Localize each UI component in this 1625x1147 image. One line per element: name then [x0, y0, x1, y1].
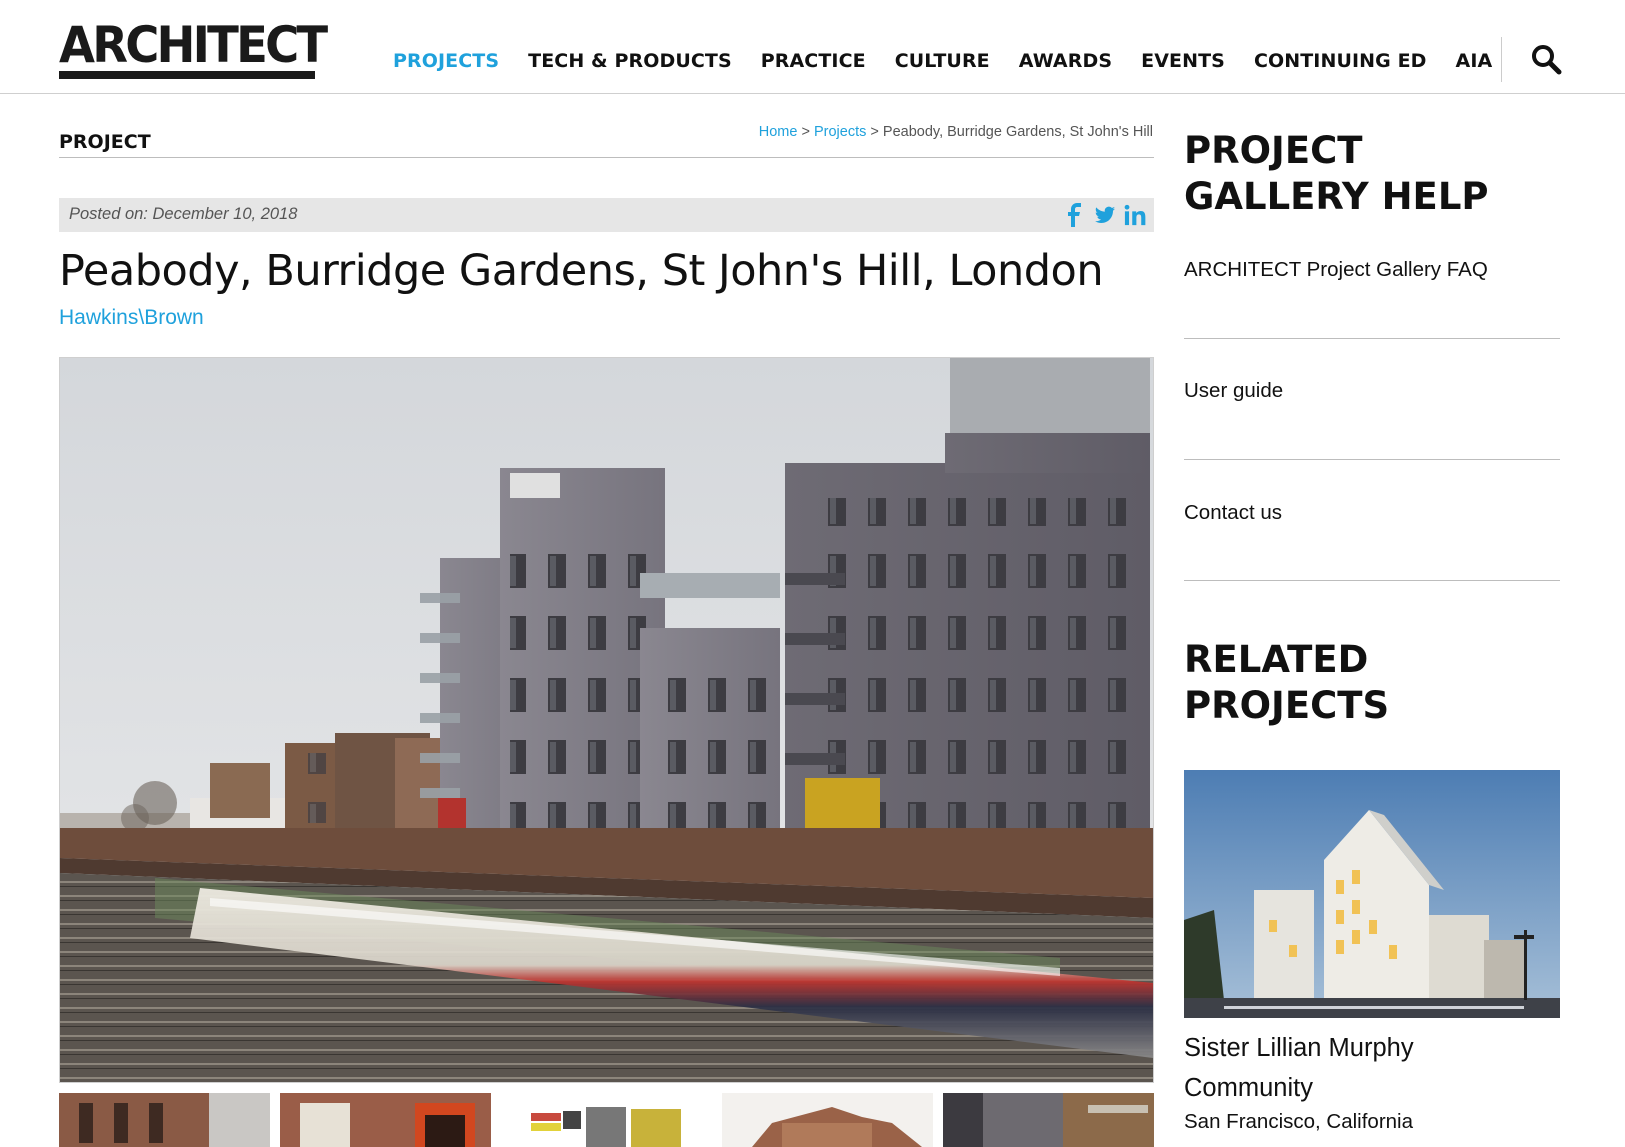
project-title: Peabody, Burridge Gardens, St John's Hil…: [59, 246, 1104, 296]
thumbnail[interactable]: [722, 1093, 933, 1147]
architect-logo[interactable]: ARCHITECT: [59, 16, 328, 82]
breadcrumb-current: Peabody, Burridge Gardens, St John's Hil…: [882, 124, 1153, 140]
related-title-line: Sister Lillian Murphy: [1184, 1034, 1414, 1062]
main-nav: PROJECTS TECH & PRODUCTS PRACTICE CULTUR…: [393, 50, 1521, 72]
post-meta-bar: Posted on: December 10, 2018: [59, 198, 1154, 232]
related-project-image[interactable]: [1184, 770, 1560, 1018]
thumbnail[interactable]: [59, 1093, 270, 1147]
breadcrumb-home-link[interactable]: Home: [759, 124, 798, 140]
site-header: ARCHITECT PROJECTS TECH & PRODUCTS PRACT…: [0, 0, 1625, 94]
section-label: PROJECT: [59, 131, 151, 153]
user-guide-link[interactable]: User guide: [1184, 379, 1283, 403]
nav-item-tech-products[interactable]: TECH & PRODUCTS: [528, 50, 732, 72]
thumbnail[interactable]: [501, 1093, 712, 1147]
nav-item-culture[interactable]: CULTURE: [895, 50, 990, 72]
heading-line: GALLERY HELP: [1184, 175, 1489, 218]
breadcrumb-separator: >: [866, 124, 883, 140]
contact-us-link[interactable]: Contact us: [1184, 501, 1282, 525]
search-button[interactable]: [1530, 43, 1562, 75]
section-divider: [59, 157, 1154, 158]
search-icon: [1532, 45, 1562, 75]
nav-item-practice[interactable]: PRACTICE: [761, 50, 866, 72]
breadcrumb-separator: >: [797, 124, 814, 140]
linkedin-icon[interactable]: [1124, 203, 1146, 227]
twitter-icon[interactable]: [1094, 203, 1116, 227]
architect-firm-link[interactable]: Hawkins\Brown: [59, 306, 204, 330]
thumbnail[interactable]: [280, 1093, 491, 1147]
posted-date: Posted on: December 10, 2018: [69, 205, 298, 223]
breadcrumb-projects-link[interactable]: Projects: [814, 124, 866, 140]
thumbnail[interactable]: [943, 1093, 1154, 1147]
share-buttons: [1064, 203, 1146, 227]
facebook-icon[interactable]: [1064, 203, 1086, 227]
nav-item-events[interactable]: EVENTS: [1141, 50, 1225, 72]
gallery-faq-link[interactable]: ARCHITECT Project Gallery FAQ: [1184, 258, 1488, 282]
sidebar-divider: [1184, 459, 1560, 460]
related-project-title[interactable]: Sister Lillian Murphy Community: [1184, 1028, 1560, 1108]
related-project-location: San Francisco, California: [1184, 1110, 1414, 1133]
sidebar-divider: [1184, 580, 1560, 581]
nav-divider: [1501, 37, 1502, 82]
nav-item-awards[interactable]: AWARDS: [1019, 50, 1112, 72]
hero-image[interactable]: [59, 357, 1154, 1083]
nav-item-aia[interactable]: AIA: [1456, 50, 1493, 72]
heading-line: RELATED: [1184, 638, 1369, 681]
nav-item-projects[interactable]: PROJECTS: [393, 50, 499, 72]
logo-underline: [59, 71, 315, 79]
heading-line: PROJECTS: [1184, 684, 1390, 727]
thumbnail-strip: [59, 1093, 1154, 1147]
nav-item-continuing-ed[interactable]: CONTINUING ED: [1254, 50, 1427, 72]
related-title-line: Community: [1184, 1074, 1313, 1102]
breadcrumb: Home > Projects > Peabody, Burridge Gard…: [759, 124, 1153, 140]
related-projects-heading: RELATED PROJECTS: [1184, 637, 1389, 729]
sidebar-divider: [1184, 338, 1560, 339]
gallery-help-heading: PROJECT GALLERY HELP: [1184, 128, 1489, 220]
logo-wordmark: ARCHITECT: [59, 16, 328, 74]
heading-line: PROJECT: [1184, 129, 1363, 172]
